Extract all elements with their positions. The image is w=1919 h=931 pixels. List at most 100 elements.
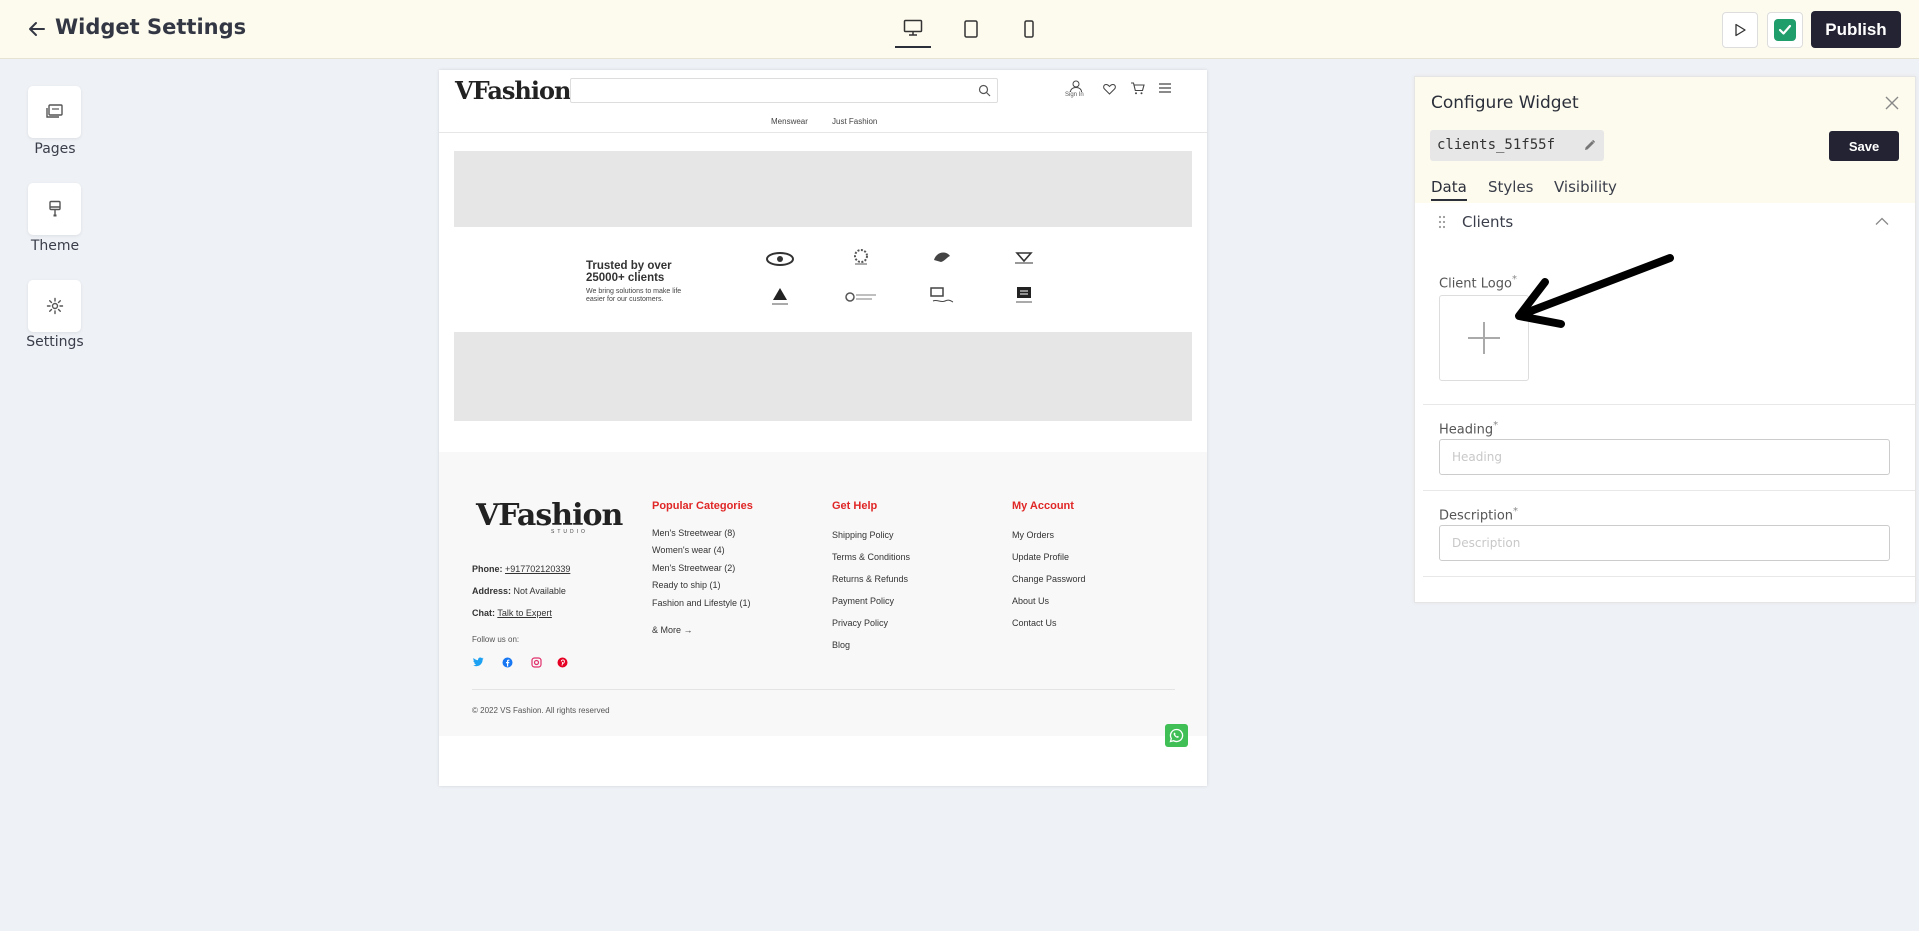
follow-us-label: Follow us on: <box>472 635 520 644</box>
client-logo-5 <box>763 286 797 308</box>
footer-link[interactable]: Privacy Policy <box>832 618 888 628</box>
description-input[interactable] <box>1439 525 1890 561</box>
brush-icon <box>48 200 61 217</box>
publish-button[interactable]: Publish <box>1811 11 1901 48</box>
preview-button[interactable] <box>1722 12 1758 48</box>
tablet-view-button[interactable] <box>953 10 989 48</box>
required-mark: * <box>1493 420 1499 431</box>
footer-phone: Phone: +917702120339 <box>472 564 570 574</box>
footer-link[interactable]: Blog <box>832 640 850 650</box>
nav-link-menswear[interactable]: Menswear <box>771 117 808 126</box>
footer-link[interactable]: Shipping Policy <box>832 530 894 540</box>
heading-label-text: Heading <box>1439 422 1494 438</box>
address-label: Address: <box>472 586 512 596</box>
clients-section-header[interactable]: Clients <box>1415 203 1915 243</box>
cart-icon[interactable] <box>1130 82 1145 95</box>
sidebar-label-theme: Theme <box>30 238 80 254</box>
sign-in-label[interactable]: Sign In <box>1065 92 1084 98</box>
footer-link[interactable]: Change Password <box>1012 574 1086 584</box>
site-nav-bar <box>439 109 1207 133</box>
site-logo[interactable]: VFashion <box>455 76 571 105</box>
footer-address: Address: Not Available <box>472 586 566 596</box>
nav-link-just-fashion[interactable]: Just Fashion <box>832 117 877 126</box>
chevron-up-icon[interactable] <box>1875 217 1889 226</box>
required-mark: * <box>1513 506 1519 517</box>
divider <box>1423 576 1915 577</box>
menu-icon[interactable] <box>1159 83 1171 93</box>
panel-title: Configure Widget <box>1431 93 1579 113</box>
footer-col-help-title: Get Help <box>832 500 878 512</box>
tab-styles[interactable]: Styles <box>1488 178 1534 196</box>
footer-logo-sub: STUDIO <box>551 529 588 535</box>
footer-link[interactable]: Returns & Refunds <box>832 574 908 584</box>
mobile-view-button[interactable] <box>1011 10 1047 48</box>
heart-icon[interactable] <box>1103 83 1116 95</box>
footer-link[interactable]: Update Profile <box>1012 552 1069 562</box>
save-draft-button[interactable] <box>1767 12 1803 48</box>
client-logo-2 <box>844 246 878 268</box>
address-value: Not Available <box>513 586 566 596</box>
sidebar-label-settings: Settings <box>26 334 84 350</box>
check-icon <box>1774 19 1796 41</box>
footer-link[interactable]: Men's Streetwear (8) <box>652 528 735 538</box>
heading-input[interactable] <box>1439 439 1890 475</box>
twitter-icon[interactable] <box>473 657 484 667</box>
instagram-icon[interactable] <box>531 657 542 668</box>
footer-link[interactable]: My Orders <box>1012 530 1054 540</box>
device-switcher <box>895 10 1047 50</box>
divider <box>1423 404 1915 405</box>
sidebar-item-pages[interactable] <box>28 86 81 138</box>
footer-link[interactable]: Fashion and Lifestyle (1) <box>652 598 751 608</box>
chat-link[interactable]: Talk to Expert <box>497 608 552 618</box>
footer-link[interactable]: Men's Streetwear (2) <box>652 563 735 573</box>
drag-handle-icon[interactable] <box>1438 215 1446 229</box>
placeholder-banner-bottom <box>454 332 1192 421</box>
user-icon[interactable] <box>1069 80 1083 92</box>
pinterest-icon[interactable] <box>557 657 568 668</box>
save-button[interactable]: Save <box>1829 131 1899 161</box>
copyright-text: © 2022 VS Fashion. All rights reserved <box>472 706 610 715</box>
whatsapp-button[interactable] <box>1165 724 1188 747</box>
arrow-right-icon: → <box>683 625 693 635</box>
facebook-icon[interactable] <box>502 657 513 668</box>
divider <box>1423 490 1915 491</box>
footer-link[interactable]: Ready to ship (1) <box>652 580 721 590</box>
sidebar-item-settings[interactable] <box>28 280 81 332</box>
client-logo-6 <box>844 286 878 308</box>
footer-more-link[interactable]: & More → <box>652 625 693 635</box>
widget-name-field[interactable]: clients_51f55f <box>1430 130 1604 161</box>
back-arrow-icon[interactable] <box>26 18 48 40</box>
pencil-icon[interactable] <box>1583 139 1596 152</box>
clients-heading-line2: 25000+ clients <box>586 272 665 284</box>
placeholder-banner-top <box>454 151 1192 227</box>
tab-visibility[interactable]: Visibility <box>1554 178 1617 196</box>
top-bar: Widget Settings Publish <box>0 0 1919 59</box>
description-label: Description* <box>1439 506 1518 523</box>
gear-icon <box>46 297 63 315</box>
description-label-text: Description <box>1439 508 1514 524</box>
tab-data[interactable]: Data <box>1431 178 1467 201</box>
site-search-input[interactable] <box>570 78 998 103</box>
heading-label: Heading* <box>1439 420 1498 437</box>
more-label: & More <box>652 625 682 635</box>
footer-link[interactable]: About Us <box>1012 596 1049 606</box>
footer-col-account-title: My Account <box>1012 500 1074 512</box>
phone-link[interactable]: +917702120339 <box>505 564 570 574</box>
clients-heading-line1: Trusted by over <box>586 260 672 272</box>
desktop-icon <box>903 19 923 36</box>
sidebar-item-theme[interactable] <box>28 183 81 235</box>
page-title: Widget Settings <box>55 15 247 39</box>
footer-link[interactable]: Payment Policy <box>832 596 894 606</box>
phone-label: Phone: <box>472 564 503 574</box>
footer-link[interactable]: Contact Us <box>1012 618 1057 628</box>
preview-canvas: VFashion Sign In Menswear Just Fashion T… <box>439 70 1207 786</box>
client-logo-1 <box>763 248 797 270</box>
footer-link[interactable]: Terms & Conditions <box>832 552 910 562</box>
footer-divider <box>472 689 1175 690</box>
client-logo-4 <box>1007 246 1041 268</box>
footer-link[interactable]: Women's wear (4) <box>652 545 725 555</box>
close-icon[interactable] <box>1883 94 1901 112</box>
desktop-view-button[interactable] <box>895 10 931 48</box>
clients-subtext: We bring solutions to make life easier f… <box>586 288 682 303</box>
pages-icon <box>45 104 63 118</box>
